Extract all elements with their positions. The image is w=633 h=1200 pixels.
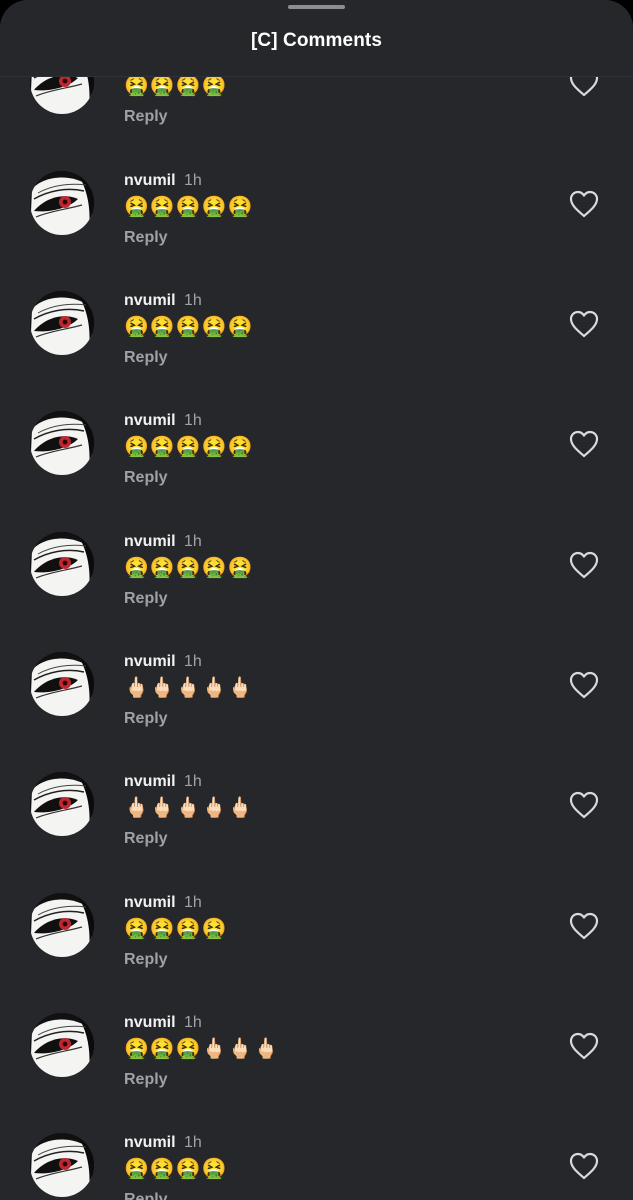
comment-username[interactable]: nvumil: [124, 1014, 176, 1032]
comment-username[interactable]: nvumil: [124, 653, 176, 671]
reply-button[interactable]: Reply: [124, 108, 168, 126]
avatar[interactable]: [30, 772, 94, 836]
comment-text: 🤮🤮🤮🤮🤮: [124, 316, 254, 338]
avatar[interactable]: [30, 291, 94, 355]
page-title: [C] Comments: [250, 30, 383, 51]
comment-timestamp: 1h: [184, 653, 202, 670]
comment-item: nvumil 1h 🤮🤮🤮🤮🤮 Reply: [0, 532, 633, 652]
comment-timestamp: 1h: [184, 412, 202, 429]
comment-timestamp: 1h: [184, 533, 202, 550]
comment-item: nvumil 1h 🤮🤮🤮🤮🤮 Reply: [0, 411, 633, 531]
comment-item: nvumil 1h 🤮🤮🤮🤮🤮 Reply: [0, 171, 633, 291]
heart-outline-icon[interactable]: [569, 1152, 599, 1180]
comment-text: 🤮🤮🤮🤮: [124, 918, 228, 940]
reply-button[interactable]: Reply: [124, 710, 168, 728]
avatar[interactable]: [30, 171, 94, 235]
comment-text: 🤮🤮🤮🖕🏻🖕🏻🖕🏻: [124, 1038, 280, 1060]
comment-text: 🤮🤮🤮🤮: [124, 1158, 228, 1180]
avatar[interactable]: [30, 652, 94, 716]
reply-button[interactable]: Reply: [124, 1191, 168, 1200]
comment-list[interactable]: 🤮🤮🤮🤮 Reply nvumil 1h 🤮🤮🤮🤮🤮 Reply nvumil …: [0, 0, 633, 1200]
comment-timestamp: 1h: [184, 292, 202, 309]
comment-text: 🖕🏻🖕🏻🖕🏻🖕🏻🖕🏻: [124, 797, 254, 819]
avatar[interactable]: [30, 532, 94, 596]
comment-item: nvumil 1h 🤮🤮🤮🤮 Reply: [0, 1133, 633, 1200]
comment-item: nvumil 1h 🤮🤮🤮🖕🏻🖕🏻🖕🏻 Reply: [0, 1013, 633, 1133]
comment-timestamp: 1h: [184, 894, 202, 911]
comment-timestamp: 1h: [184, 172, 202, 189]
reply-button[interactable]: Reply: [124, 830, 168, 848]
avatar[interactable]: [30, 893, 94, 957]
reply-button[interactable]: Reply: [124, 951, 168, 969]
comment-username[interactable]: nvumil: [124, 172, 176, 190]
comment-username[interactable]: nvumil: [124, 533, 176, 551]
heart-outline-icon[interactable]: [569, 190, 599, 218]
heart-outline-icon[interactable]: [569, 430, 599, 458]
comment-item: nvumil 1h 🤮🤮🤮🤮🤮 Reply: [0, 291, 633, 411]
comment-timestamp: 1h: [184, 773, 202, 790]
reply-button[interactable]: Reply: [124, 229, 168, 247]
reply-button[interactable]: Reply: [124, 469, 168, 487]
comment-text: 🖕🏻🖕🏻🖕🏻🖕🏻🖕🏻: [124, 677, 254, 699]
avatar[interactable]: [30, 1133, 94, 1197]
reply-button[interactable]: Reply: [124, 349, 168, 367]
comment-text: 🤮🤮🤮🤮🤮: [124, 196, 254, 218]
comment-item: nvumil 1h 🖕🏻🖕🏻🖕🏻🖕🏻🖕🏻 Reply: [0, 772, 633, 892]
comment-username[interactable]: nvumil: [124, 292, 176, 310]
comment-timestamp: 1h: [184, 1014, 202, 1031]
reply-button[interactable]: Reply: [124, 1071, 168, 1089]
comment-item: nvumil 1h 🖕🏻🖕🏻🖕🏻🖕🏻🖕🏻 Reply: [0, 652, 633, 772]
heart-outline-icon[interactable]: [569, 310, 599, 338]
comment-timestamp: 1h: [184, 1134, 202, 1151]
heart-outline-icon[interactable]: [569, 551, 599, 579]
comment-item: nvumil 1h 🤮🤮🤮🤮 Reply: [0, 893, 633, 1013]
drag-handle[interactable]: [288, 5, 345, 9]
comment-username[interactable]: nvumil: [124, 773, 176, 791]
comment-text: 🤮🤮🤮🤮🤮: [124, 436, 254, 458]
comment-username[interactable]: nvumil: [124, 894, 176, 912]
comment-username[interactable]: nvumil: [124, 412, 176, 430]
comment-username[interactable]: nvumil: [124, 1134, 176, 1152]
comments-sheet: 🤮🤮🤮🤮 Reply nvumil 1h 🤮🤮🤮🤮🤮 Reply nvumil …: [0, 0, 633, 1200]
heart-outline-icon[interactable]: [569, 671, 599, 699]
heart-outline-icon[interactable]: [569, 791, 599, 819]
reply-button[interactable]: Reply: [124, 590, 168, 608]
comment-text: 🤮🤮🤮🤮🤮: [124, 557, 254, 579]
avatar[interactable]: [30, 411, 94, 475]
avatar[interactable]: [30, 1013, 94, 1077]
sheet-header: [C] Comments: [0, 0, 633, 77]
heart-outline-icon[interactable]: [569, 1032, 599, 1060]
heart-outline-icon[interactable]: [569, 912, 599, 940]
